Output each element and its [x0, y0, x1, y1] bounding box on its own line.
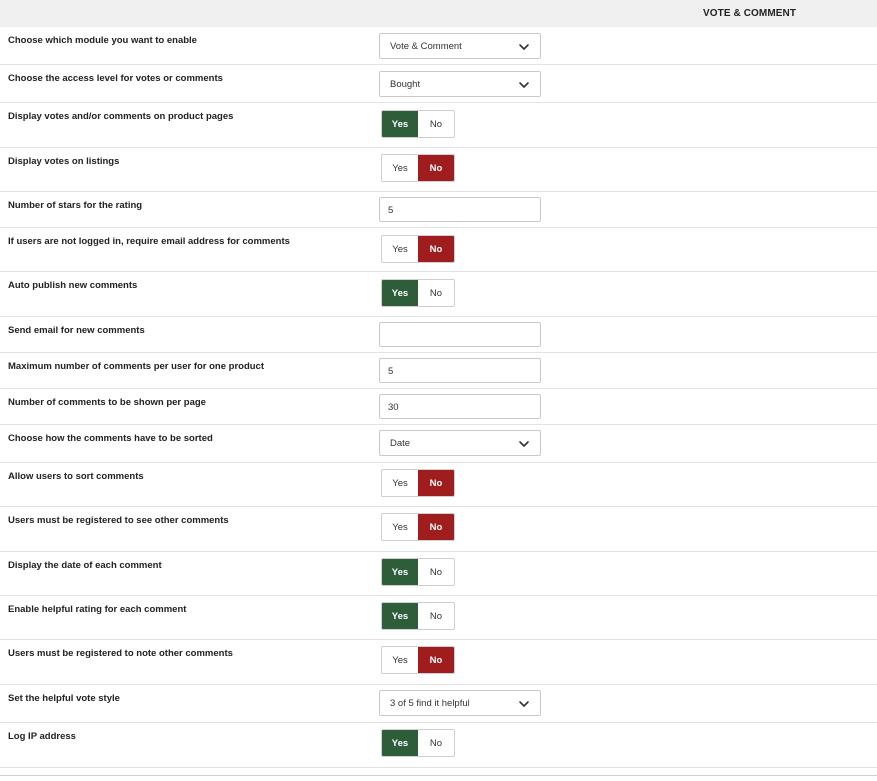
- setting-row: Display votes and/or comments on product…: [0, 103, 877, 148]
- no-option[interactable]: No: [418, 111, 454, 137]
- setting-label: Choose how the comments have to be sorte…: [8, 433, 213, 444]
- choose-the-access-level-for-votes-or-com-select[interactable]: Bought: [379, 71, 541, 97]
- setting-row: Log IP address Yes No: [0, 723, 877, 768]
- setting-label: Display the date of each comment: [8, 560, 162, 571]
- yes-option[interactable]: Yes: [382, 280, 418, 306]
- display-votes-on-listings-toggle[interactable]: Yes No: [381, 154, 455, 182]
- chevron-down-icon[interactable]: [518, 698, 530, 710]
- select-value: Vote & Comment: [390, 41, 462, 52]
- setting-row: Maximum number of comments per user for …: [0, 353, 877, 389]
- setting-row: Set the helpful vote style 3 of 5 find it…: [0, 685, 877, 723]
- if-users-are-not-logged-in-require-email-toggle[interactable]: Yes No: [381, 235, 455, 263]
- setting-label: Enable helpful rating for each comment: [8, 604, 187, 615]
- yes-option[interactable]: Yes: [382, 514, 418, 540]
- no-option[interactable]: No: [418, 647, 454, 673]
- no-option[interactable]: No: [418, 559, 454, 585]
- setting-label: If users are not logged in, require emai…: [8, 236, 290, 247]
- chevron-down-icon[interactable]: [518, 438, 530, 450]
- no-option[interactable]: No: [418, 730, 454, 756]
- users-must-be-registered-to-see-other-co-toggle[interactable]: Yes No: [381, 513, 455, 541]
- set-the-helpful-vote-style-select[interactable]: 3 of 5 find it helpful: [379, 690, 541, 716]
- setting-row: Choose how the comments have to be sorte…: [0, 425, 877, 463]
- table-header: VOTE & COMMENT: [0, 0, 877, 27]
- setting-label: Choose which module you want to enable: [8, 35, 197, 46]
- setting-label: Number of comments to be shown per page: [8, 397, 206, 408]
- no-option[interactable]: No: [418, 236, 454, 262]
- log-ip-address-toggle[interactable]: Yes No: [381, 729, 455, 757]
- display-votes-and-or-comments-on-product-toggle[interactable]: Yes No: [381, 110, 455, 138]
- setting-label: Choose the access level for votes or com…: [8, 73, 223, 84]
- maximum-number-of-comments-per-user-for--input[interactable]: 5: [379, 358, 541, 383]
- setting-row: Choose which module you want to enable Vo…: [0, 27, 877, 65]
- input-value: 5: [388, 205, 394, 216]
- yes-option[interactable]: Yes: [382, 155, 418, 181]
- no-option[interactable]: No: [418, 514, 454, 540]
- allow-users-to-sort-comments-toggle[interactable]: Yes No: [381, 469, 455, 497]
- no-option[interactable]: No: [418, 603, 454, 629]
- select-value: Bought: [390, 79, 421, 90]
- setting-label: Send email for new comments: [8, 325, 145, 336]
- settings-panel: VOTE & COMMENT Choose which module you w…: [0, 0, 877, 781]
- yes-option[interactable]: Yes: [382, 236, 418, 262]
- enable-helpful-rating-for-each-comment-toggle[interactable]: Yes No: [381, 602, 455, 630]
- yes-option[interactable]: Yes: [382, 603, 418, 629]
- yes-option[interactable]: Yes: [382, 730, 418, 756]
- number-of-stars-for-the-rating-input[interactable]: 5: [379, 197, 541, 222]
- setting-label: Auto publish new comments: [8, 280, 138, 291]
- send-email-for-new-comments-input[interactable]: [379, 322, 541, 347]
- setting-label: Set the helpful vote style: [8, 693, 120, 704]
- select-value: Date: [390, 438, 411, 449]
- chevron-down-icon[interactable]: [518, 41, 530, 53]
- number-of-comments-to-be-shown-per-page-input[interactable]: 30: [379, 394, 541, 419]
- choose-how-the-comments-have-to-be-sorte-select[interactable]: Date: [379, 430, 541, 456]
- setting-row: Display the date of each comment Yes No: [0, 552, 877, 596]
- setting-label: Number of stars for the rating: [8, 200, 143, 211]
- chevron-down-icon[interactable]: [518, 79, 530, 91]
- input-value: 30: [388, 402, 399, 413]
- no-option[interactable]: No: [418, 470, 454, 496]
- setting-row: Display votes on listings Yes No: [0, 148, 877, 192]
- setting-row: Number of comments to be shown per page 3…: [0, 389, 877, 425]
- yes-option[interactable]: Yes: [382, 111, 418, 137]
- auto-publish-new-comments-toggle[interactable]: Yes No: [381, 279, 455, 307]
- setting-row: Choose the access level for votes or com…: [0, 65, 877, 103]
- setting-label: Allow users to sort comments: [8, 471, 144, 482]
- bottom-divider: [0, 775, 877, 776]
- yes-option[interactable]: Yes: [382, 470, 418, 496]
- select-value: 3 of 5 find it helpful: [390, 698, 470, 709]
- no-option[interactable]: No: [418, 155, 454, 181]
- yes-option[interactable]: Yes: [382, 647, 418, 673]
- setting-label: Users must be registered to see other co…: [8, 515, 229, 526]
- setting-row: Auto publish new comments Yes No: [0, 272, 877, 317]
- choose-which-module-you-want-to-enable-select[interactable]: Vote & Comment: [379, 33, 541, 59]
- setting-label: Display votes on listings: [8, 156, 120, 167]
- input-value: 5: [388, 366, 394, 377]
- setting-label: Users must be registered to note other c…: [8, 648, 233, 659]
- setting-row: Users must be registered to note other c…: [0, 640, 877, 685]
- setting-row: Send email for new comments: [0, 317, 877, 353]
- setting-label: Maximum number of comments per user for …: [8, 361, 265, 372]
- yes-option[interactable]: Yes: [382, 559, 418, 585]
- setting-row: Allow users to sort comments Yes No: [0, 463, 877, 507]
- setting-row: If users are not logged in, require emai…: [0, 228, 877, 272]
- setting-row: Number of stars for the rating 5: [0, 192, 877, 228]
- setting-label: Log IP address: [8, 731, 76, 742]
- setting-label: Display votes and/or comments on product…: [8, 111, 234, 122]
- no-option[interactable]: No: [418, 280, 454, 306]
- display-the-date-of-each-comment-toggle[interactable]: Yes No: [381, 558, 455, 586]
- column-title: VOTE & COMMENT: [703, 8, 797, 19]
- users-must-be-registered-to-note-other-c-toggle[interactable]: Yes No: [381, 646, 455, 674]
- setting-row: Users must be registered to see other co…: [0, 507, 877, 552]
- setting-row: Enable helpful rating for each comment Ye…: [0, 596, 877, 640]
